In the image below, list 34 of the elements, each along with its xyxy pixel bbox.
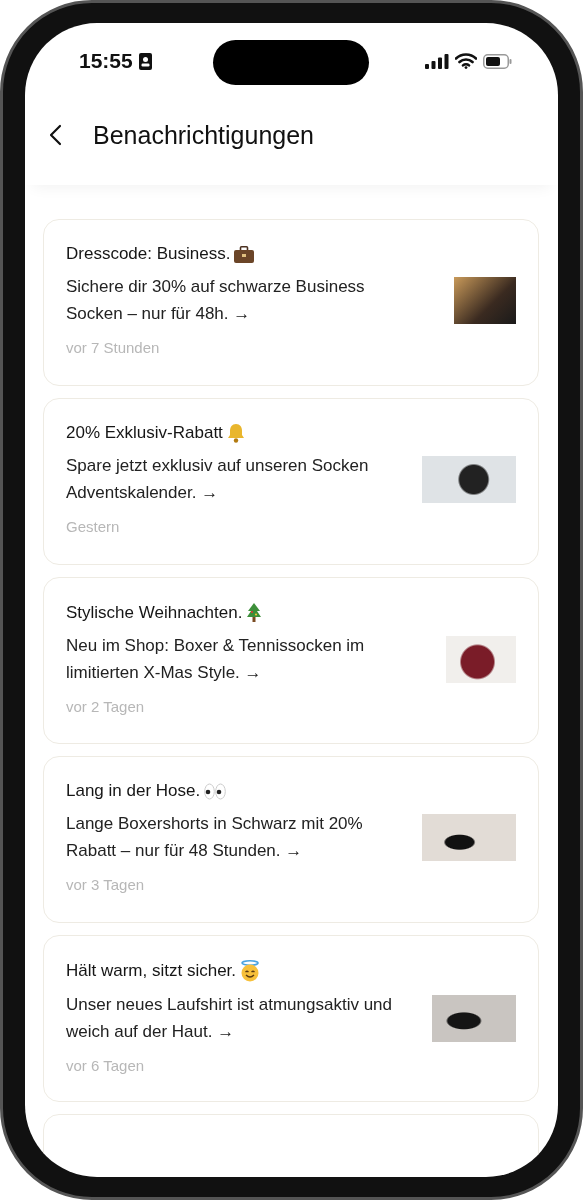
- notification-title: Dresscode: Business.: [66, 244, 231, 264]
- status-time: 15:55: [79, 49, 133, 73]
- notification-card[interactable]: Lang in der Hose. Lange Boxershorts in Schwarz mit 20% Rabatt – nur für 48 Stunden. → vor 3 Tagen: [43, 756, 539, 923]
- id-card-icon: [138, 52, 152, 70]
- smiling-face-with-halo-icon: [240, 960, 261, 982]
- notification-text: Neu im Shop: Boxer & Tennissocken im limitierten X-Mas Style. →: [66, 635, 366, 684]
- notification-title: Stylische Weihnachten.: [66, 602, 243, 623]
- briefcase-icon: [234, 245, 255, 263]
- notification-time: Gestern: [66, 518, 121, 535]
- back-chevron-icon: [49, 124, 63, 146]
- notification-card[interactable]: Stylische Weihnachten. Neu im Shop: Boxer & Tennissocken im limitierten X-Mas Style. → vor 2 Tagen: [43, 577, 539, 744]
- signal-icon: [425, 53, 449, 69]
- notification-text: Spare jetzt exklusiv auf unseren Socken Adventskalender. →: [66, 455, 370, 504]
- page-title: Benachrichtigungen: [93, 120, 314, 150]
- notification-time: vor 3 Tagen: [66, 876, 146, 893]
- notification-title: 20% Exklusiv-Rabatt: [66, 423, 223, 443]
- wifi-icon: [455, 53, 477, 69]
- notification-text: Lange Boxershorts in Schwarz mit 20% Rabatt – nur für 48 Stunden. →: [66, 813, 364, 862]
- notification-card[interactable]: 20% Exklusiv-Rabatt Spare jetzt exklusiv auf unseren Socken Adventskalender. → Gestern: [43, 398, 539, 565]
- notification-text: Sichere dir 30% auf schwarze Business Socken – nur für 48h. →: [66, 276, 366, 325]
- christmas-tree-icon: [246, 602, 263, 623]
- notification-card[interactable]: Hält warm, sitzt sicher. Unser neues Laufshirt ist atmungsaktiv und weich auf der Haut. → vor 6 Tagen: [43, 935, 539, 1102]
- notification-time: vor 7 Stunden: [66, 339, 161, 356]
- notification-time: vor 6 Tagen: [66, 1057, 146, 1074]
- notification-title: Lang in der Hose.: [66, 781, 201, 801]
- bell-icon: [226, 423, 245, 443]
- photo-placeholder: [446, 635, 516, 683]
- notification-title: Hält warm, sitzt sicher.: [66, 961, 237, 981]
- notification-card[interactable]: Dresscode: Business. Sichere dir 30% auf schwarze Business Socken – nur für 48h. → vor 7 Stunden: [43, 219, 539, 386]
- notification-text: Unser neues Laufshirt ist atmungsaktiv und weich auf der Haut. →: [66, 994, 393, 1043]
- eyes-icon: [204, 782, 227, 800]
- battery-icon: [483, 53, 512, 69]
- notification-time: vor 2 Tagen: [66, 698, 146, 715]
- photo-placeholder: [454, 276, 516, 324]
